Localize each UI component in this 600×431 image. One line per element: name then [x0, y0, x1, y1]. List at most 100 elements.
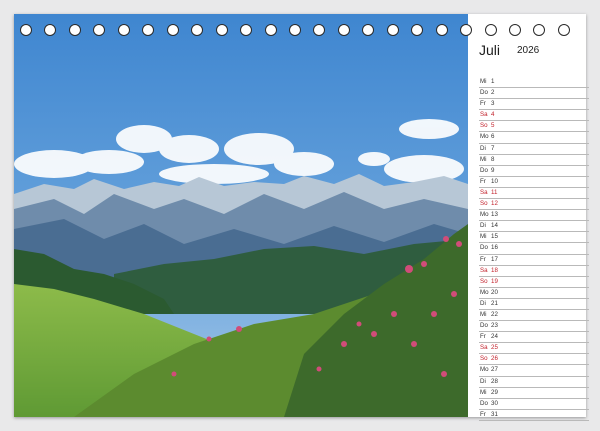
day-number: 6 — [491, 133, 495, 141]
day-row: Sa 11 — [479, 188, 589, 200]
weekday-label: Mi — [480, 310, 487, 318]
month-header: Juli 2026 — [479, 42, 589, 70]
day-row: Do 9 — [479, 166, 589, 177]
day-row: Sa 4 — [479, 110, 589, 122]
weekday-label: Mi — [480, 388, 487, 396]
weekday-label: Di — [480, 377, 486, 385]
day-row: Mi 8 — [479, 155, 589, 166]
weekday-label: Fr — [480, 410, 486, 418]
weekday-label: Sa — [480, 344, 488, 352]
binding-ring — [191, 24, 204, 36]
day-number: 13 — [491, 211, 498, 219]
day-number: 19 — [491, 277, 498, 285]
binding-ring — [435, 24, 448, 36]
binding-ring — [288, 24, 301, 36]
day-row: So 26 — [479, 354, 589, 366]
weekday-label: Mi — [480, 233, 487, 241]
day-row: Sa 25 — [479, 343, 589, 355]
calendar-page: Juli 2026 Mi 1 Do 2 Fr 3 Sa 4 So 5 Mo 6 Di 7 Mi 8 Do 9 Fr 1… — [0, 0, 600, 431]
day-number: 5 — [491, 122, 495, 130]
binding-ring — [166, 24, 179, 36]
weekday-label: Fr — [480, 177, 486, 185]
month-name: Juli — [479, 42, 501, 58]
day-row: Mi 15 — [479, 232, 589, 244]
binding-ring — [142, 24, 155, 36]
day-row: So 12 — [479, 199, 589, 211]
day-row: Mi 1 — [479, 77, 589, 89]
weekday-label: Di — [480, 222, 486, 230]
year: 2026 — [517, 45, 540, 56]
binding-ring — [264, 24, 277, 36]
weekday-label: Mi — [480, 78, 487, 85]
day-number: 31 — [491, 410, 498, 418]
day-row: Di 14 — [479, 221, 589, 233]
binding-ring — [509, 24, 521, 36]
day-number: 27 — [491, 366, 498, 374]
weekday-label: Mo — [480, 288, 489, 296]
mountain-landscape-photo — [14, 14, 468, 417]
binding-ring — [533, 24, 546, 36]
day-row: Di 7 — [479, 144, 589, 155]
day-number: 3 — [491, 100, 495, 108]
day-row: Mo 20 — [479, 288, 589, 299]
binding-ring — [557, 24, 570, 36]
weekday-label: Mo — [480, 366, 489, 374]
day-row: Mi 22 — [479, 310, 589, 322]
binding-ring — [386, 24, 399, 36]
binding-ring — [20, 24, 32, 36]
day-number: 10 — [491, 177, 498, 185]
day-row: Fr 3 — [479, 99, 589, 111]
binding-ring — [411, 24, 424, 36]
weekday-label: Fr — [480, 100, 486, 108]
weekday-label: Di — [480, 299, 486, 307]
day-number: 24 — [491, 333, 498, 341]
binding-ring — [460, 24, 473, 36]
month-calendar: Juli 2026 Mi 1 Do 2 Fr 3 Sa 4 So 5 Mo 6 Di 7 Mi 8 Do 9 Fr 1… — [479, 42, 589, 421]
binding-ring — [313, 24, 326, 36]
day-number: 8 — [491, 155, 495, 163]
day-number: 23 — [491, 322, 498, 330]
day-number: 2 — [491, 89, 495, 97]
weekday-label: Mo — [480, 211, 489, 219]
day-row: Mo 13 — [479, 210, 589, 222]
day-row: Fr 17 — [479, 255, 589, 266]
day-number: 21 — [491, 299, 498, 307]
day-row: Sa 18 — [479, 266, 589, 277]
day-row: Mi 29 — [479, 388, 589, 399]
day-row: Mo 6 — [479, 132, 589, 144]
day-row: Fr 24 — [479, 332, 589, 344]
weekday-label: So — [480, 277, 488, 285]
weekday-label: Sa — [480, 111, 488, 119]
weekday-label: Do — [480, 89, 488, 97]
binding-ring — [240, 24, 253, 36]
weekday-label: So — [480, 200, 488, 208]
day-number: 22 — [491, 310, 498, 318]
day-row: Do 16 — [479, 243, 589, 255]
day-row: Do 2 — [479, 88, 589, 100]
weekday-label: Mi — [480, 155, 487, 163]
day-number: 26 — [491, 355, 498, 363]
binding-ring — [93, 24, 106, 36]
binding-ring — [44, 24, 57, 36]
day-number: 30 — [491, 399, 498, 407]
weekday-label: Fr — [480, 255, 486, 263]
day-row: So 5 — [479, 121, 589, 133]
day-row: Mo 27 — [479, 365, 589, 377]
day-list: Mi 1 Do 2 Fr 3 Sa 4 So 5 Mo 6 Di 7 Mi 8 Do 9 Fr 10 Sa 11 So 12 M… — [479, 77, 589, 421]
weekday-label: Do — [480, 399, 488, 407]
weekday-label: Do — [480, 322, 488, 330]
calendar-sheet: Juli 2026 Mi 1 Do 2 Fr 3 Sa 4 So 5 Mo 6 Di 7 Mi 8 Do 9 Fr 1… — [14, 14, 589, 421]
weekday-label: Sa — [480, 266, 488, 274]
day-number: 15 — [491, 233, 498, 241]
day-number: 29 — [491, 388, 498, 396]
day-number: 17 — [491, 255, 498, 263]
spiral-binding — [20, 24, 580, 38]
binding-ring — [68, 24, 81, 36]
day-number: 25 — [491, 344, 498, 352]
day-row: Di 28 — [479, 377, 589, 388]
day-number: 14 — [491, 222, 498, 230]
day-number: 7 — [491, 144, 495, 152]
day-row: Do 23 — [479, 321, 589, 333]
weekday-label: Do — [480, 244, 488, 252]
day-number: 16 — [491, 244, 498, 252]
